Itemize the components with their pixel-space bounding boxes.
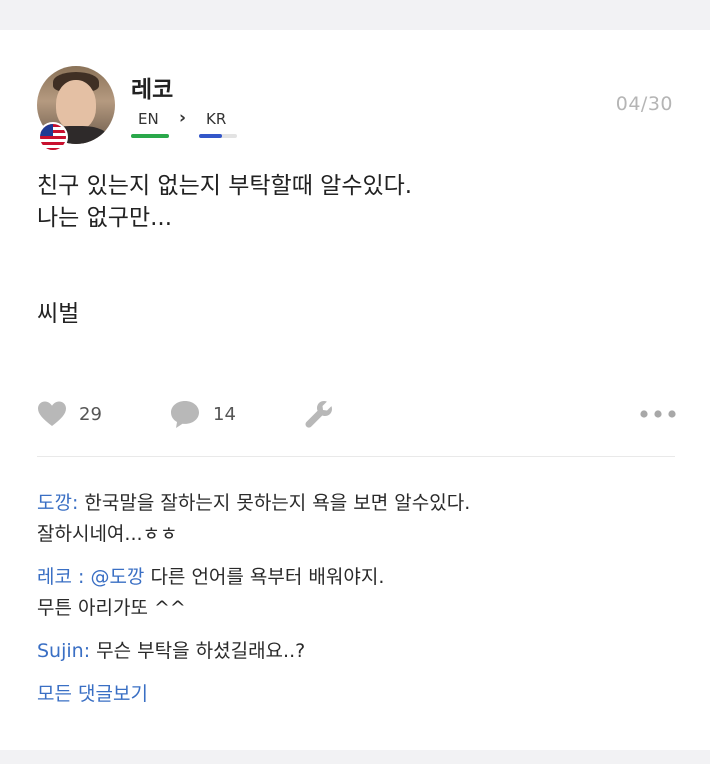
comment-text: 무튼 아리가또 ^^ — [37, 597, 186, 619]
chevron-right-icon: › — [179, 108, 187, 128]
comment-text: 무슨 부탁을 하셨길래요..? — [90, 640, 306, 662]
post-body-line: 나는 없구만... — [37, 205, 173, 231]
speech-bubble-icon — [171, 401, 199, 428]
native-language-label: EN — [138, 110, 159, 128]
top-separator — [0, 0, 710, 30]
more-options-button[interactable] — [639, 394, 677, 434]
comment-author[interactable]: Sujin: — [37, 640, 90, 662]
us-flag-icon — [38, 122, 68, 152]
comment-text: 잘하시네여...ㅎㅎ — [37, 523, 178, 545]
heart-icon — [38, 401, 66, 426]
like-button[interactable]: 29 — [37, 394, 102, 434]
like-count: 29 — [79, 403, 102, 425]
correct-button[interactable] — [303, 394, 333, 434]
post-body-line: 씨벌 — [37, 301, 80, 327]
comment-author[interactable]: 도깡: — [37, 492, 78, 514]
post-body-line: 친구 있는지 없는지 부탁할때 알수있다. — [37, 173, 413, 199]
view-all-comments-link[interactable]: 모든 댓글보기 — [37, 679, 687, 709]
bottom-separator — [0, 750, 710, 764]
comment-item[interactable]: 도깡: 한국말을 잘하는지 못하는지 욕을 보면 알수있다. 잘하시네여...ㅎ… — [37, 488, 687, 550]
native-level-bar — [131, 134, 169, 138]
comment-item[interactable]: 레코 : @도깡 다른 언어를 욕부터 배워야지. 무튼 아리가또 ^^ — [37, 562, 687, 624]
wrench-icon — [305, 401, 332, 428]
learning-level-bar — [199, 134, 237, 138]
comment-text: 한국말을 잘하는지 못하는지 욕을 보면 알수있다. — [78, 492, 471, 514]
comment-button[interactable]: 14 — [169, 394, 236, 434]
author-name[interactable]: 레코 — [131, 70, 173, 104]
learning-language-label: KR — [206, 110, 227, 128]
comment-list: 도깡: 한국말을 잘하는지 못하는지 욕을 보면 알수있다. 잘하시네여...ㅎ… — [37, 488, 687, 709]
moment-post: 레코 EN › KR 04/30 친구 있는지 없는지 부탁할때 알수있다. 나… — [0, 30, 710, 750]
comment-author[interactable]: 레코 : @도깡 — [37, 566, 144, 588]
post-body[interactable]: 친구 있는지 없는지 부탁할때 알수있다. 나는 없구만... 씨벌 — [37, 170, 677, 330]
comment-item[interactable]: Sujin: 무슨 부탁을 하셨길래요..? — [37, 636, 687, 667]
post-date: 04/30 — [615, 93, 673, 115]
action-bar: 29 14 — [37, 394, 677, 434]
more-dots-icon — [640, 410, 676, 418]
language-indicator: EN › KR — [131, 108, 251, 140]
comment-count: 14 — [213, 403, 236, 425]
comment-text: 다른 언어를 욕부터 배워야지. — [144, 566, 385, 588]
divider — [37, 456, 675, 457]
